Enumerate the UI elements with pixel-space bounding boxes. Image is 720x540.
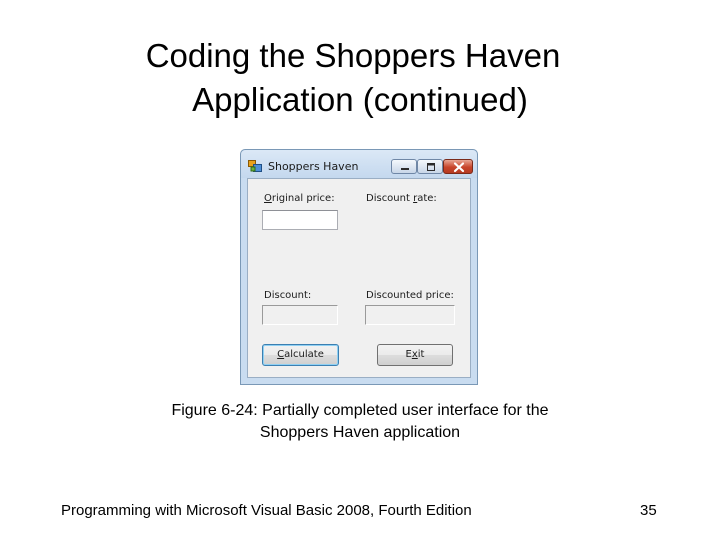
- original-price-label: Original price:: [264, 193, 335, 204]
- maximize-icon: [427, 163, 435, 171]
- maximize-button[interactable]: [417, 159, 443, 174]
- app-form-icon: [248, 160, 262, 172]
- discount-rate-label-pre: Discount: [366, 193, 414, 204]
- discounted-price-label: Discounted price:: [366, 290, 454, 301]
- discount-label: Discount:: [264, 290, 312, 301]
- shoppers-haven-window: Shoppers Haven Original price: Discount …: [240, 149, 478, 385]
- minimize-icon: [401, 168, 409, 170]
- close-icon: [453, 162, 465, 173]
- exit-button[interactable]: Exit: [377, 344, 453, 366]
- window-title: Shoppers Haven: [268, 160, 359, 173]
- discount-output: [262, 305, 338, 325]
- slide-title-line1: Coding the Shoppers Haven: [145, 37, 561, 74]
- discount-rate-label: Discount rate:: [366, 193, 437, 204]
- calculate-button[interactable]: Calculate: [262, 344, 339, 366]
- exit-label-rest: it: [417, 349, 425, 360]
- discount-rate-label-rest: ate:: [417, 193, 437, 204]
- footer-book-title: Programming with Microsoft Visual Basic …: [61, 502, 472, 519]
- slide-title: Coding the Shoppers Haven Application (c…: [100, 34, 620, 122]
- calculate-label: alculate: [284, 349, 324, 360]
- close-button[interactable]: [443, 159, 473, 174]
- original-price-mnemonic: O: [264, 193, 272, 204]
- minimize-button[interactable]: [391, 159, 417, 174]
- original-price-label-text: riginal price:: [271, 193, 335, 204]
- window-titlebar[interactable]: Shoppers Haven: [241, 150, 477, 178]
- form-client-area: Original price: Discount rate: Discount:…: [247, 178, 471, 378]
- original-price-input[interactable]: [262, 210, 338, 230]
- discounted-price-output: [365, 305, 455, 325]
- figure-caption-line2: Shoppers Haven application: [259, 424, 461, 441]
- figure-caption: Figure 6-24: Partially completed user in…: [130, 400, 590, 444]
- figure-caption-line1: Figure 6-24: Partially completed user in…: [171, 402, 549, 419]
- page-number: 35: [640, 502, 657, 519]
- slide-title-line2: Application (continued): [192, 81, 528, 118]
